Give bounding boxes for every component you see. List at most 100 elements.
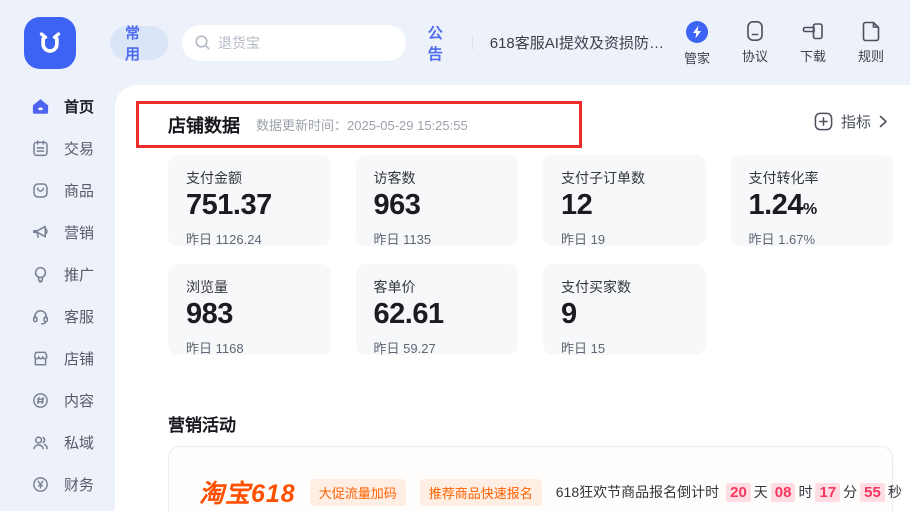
countdown-days: 20 [726,483,751,502]
search-bar[interactable] [182,25,406,61]
quick-access-label: 常用 [125,22,153,64]
topbar-action-rules[interactable]: 规则 [852,19,890,67]
metric-label: 浏览量 [186,277,313,297]
sidebar-item-label: 推广 [64,264,94,285]
sidebar-item-label: 交易 [64,138,94,159]
bull-icon [34,27,66,59]
countdown-seconds: 55 [860,483,885,502]
metric-yesterday: 昨日 19 [561,229,688,248]
sidebar-item-label: 私域 [64,432,94,453]
metric-value: 9 [561,298,688,335]
metric-card-conversion-rate[interactable]: 支付转化率 1.24% 昨日 1.67% [731,155,894,246]
metric-value: 751.37 [186,189,313,226]
download-icon [801,19,825,43]
sidebar-item-finance[interactable]: 财务 [0,463,115,505]
sidebar-item-private-domain[interactable]: 私域 [0,421,115,463]
sidebar-item-promotion[interactable]: 推广 [0,253,115,295]
announcement-divider: ｜ [466,33,480,53]
countdown-minutes: 17 [815,483,840,502]
metric-card-avg-order-value[interactable]: 客单价 62.61 昨日 59.27 [356,264,519,355]
search-icon [194,34,211,51]
sidebar-item-label: 财务 [64,474,94,495]
agreement-icon [743,19,767,43]
main-panel: 店铺数据 数据更新时间：2025-05-29 15:25:55 指标 支付金额 … [115,85,910,511]
indicator-label: 指标 [841,111,871,132]
metric-value: 62.61 [374,298,501,335]
countdown-unit: 秒 [888,482,902,502]
metric-cards: 支付金额 751.37 昨日 1126.24 访客数 963 昨日 1135 支… [168,155,893,355]
metric-label: 客单价 [374,277,501,297]
banner-tag: 推荐商品快速报名 [420,479,542,506]
sidebar-item-customer-service[interactable]: 客服 [0,295,115,337]
topbar: 常用 公告 ｜ 618客服AI提效及资损防控解... [0,0,910,85]
sidebar-item-label: 内容 [64,390,94,411]
topbar-action-download[interactable]: 下载 [794,19,832,67]
sidebar-item-content[interactable]: 内容 [0,379,115,421]
countdown-hours: 08 [771,483,796,502]
topbar-action-label: 规则 [858,46,884,65]
announcement-label[interactable]: 公告 [428,22,456,64]
rules-icon [859,19,883,43]
topbar-action-label: 下载 [800,46,826,65]
taobao-618-logo: 淘宝618 [199,474,296,510]
metric-label: 支付转化率 [749,168,876,188]
metric-value: 983 [186,298,313,335]
sidebar-item-label: 客服 [64,306,94,327]
metric-yesterday: 昨日 1.67% [749,229,876,248]
countdown-prefix: 618狂欢节商品报名倒计时 [556,482,719,502]
metric-yesterday: 昨日 1168 [186,338,313,357]
topbar-actions: 管家 协议 下载 [678,19,896,67]
countdown-unit: 分 [843,482,857,502]
marketing-section-title: 营销活动 [168,411,236,436]
announcement-text[interactable]: 618客服AI提效及资损防控解... [490,32,678,53]
metric-value: 963 [374,189,501,226]
metric-value: 12 [561,189,688,226]
metric-card-visitors[interactable]: 访客数 963 昨日 1135 [356,155,519,246]
promotion-icon [30,264,50,284]
shop-data-header: 店铺数据 数据更新时间：2025-05-29 15:25:55 [168,101,468,148]
quick-access-button[interactable]: 常用 [110,26,168,60]
plus-icon [814,112,833,131]
countdown-unit: 时 [798,482,812,502]
goods-icon [30,180,50,200]
metric-label: 支付金额 [186,168,313,188]
indicator-button[interactable]: 指标 [814,111,888,132]
metric-label: 支付子订单数 [561,168,688,188]
topbar-action-label: 协议 [742,46,768,65]
topbar-action-butler[interactable]: 管家 [678,19,716,67]
metric-yesterday: 昨日 1135 [374,229,501,248]
sidebar-item-trade[interactable]: 交易 [0,127,115,169]
countdown-unit: 天 [754,482,768,502]
sidebar-item-shop[interactable]: 店铺 [0,337,115,379]
chevron-right-icon [879,115,888,128]
finance-icon [30,474,50,494]
shop-icon [30,348,50,368]
countdown: 618狂欢节商品报名倒计时 20天 08时 17分 55秒 [556,482,902,502]
metric-label: 支付买家数 [561,277,688,297]
marketing-icon [30,222,50,242]
metric-card-payment-amount[interactable]: 支付金额 751.37 昨日 1126.24 [168,155,331,246]
search-input[interactable] [218,35,388,51]
banner-tag: 大促流量加码 [310,479,406,506]
metric-yesterday: 昨日 59.27 [374,338,501,357]
data-update-time: 数据更新时间：2025-05-29 15:25:55 [256,115,468,134]
customer-service-icon [30,306,50,326]
metric-card-paid-suborders[interactable]: 支付子订单数 12 昨日 19 [543,155,706,246]
content-icon [30,390,50,410]
metric-yesterday: 昨日 1126.24 [186,229,313,248]
sidebar-item-label: 首页 [64,96,94,117]
metric-label: 访客数 [374,168,501,188]
topbar-action-label: 管家 [684,48,710,67]
sidebar-item-goods[interactable]: 商品 [0,169,115,211]
shop-data-title: 店铺数据 [168,112,240,138]
sidebar-item-label: 营销 [64,222,94,243]
sidebar: 首页 交易 商品 [0,85,115,511]
promo-banner-618[interactable]: 淘宝618 大促流量加码 推荐商品快速报名 618狂欢节商品报名倒计时 20天 … [168,446,893,511]
qianniu-logo [24,17,76,69]
sidebar-item-marketing[interactable]: 营销 [0,211,115,253]
metric-card-pageviews[interactable]: 浏览量 983 昨日 1168 [168,264,331,355]
metric-value: 1.24% [749,189,876,226]
topbar-action-agreement[interactable]: 协议 [736,19,774,67]
metric-card-paying-buyers[interactable]: 支付买家数 9 昨日 15 [543,264,706,355]
sidebar-item-home[interactable]: 首页 [0,85,115,127]
